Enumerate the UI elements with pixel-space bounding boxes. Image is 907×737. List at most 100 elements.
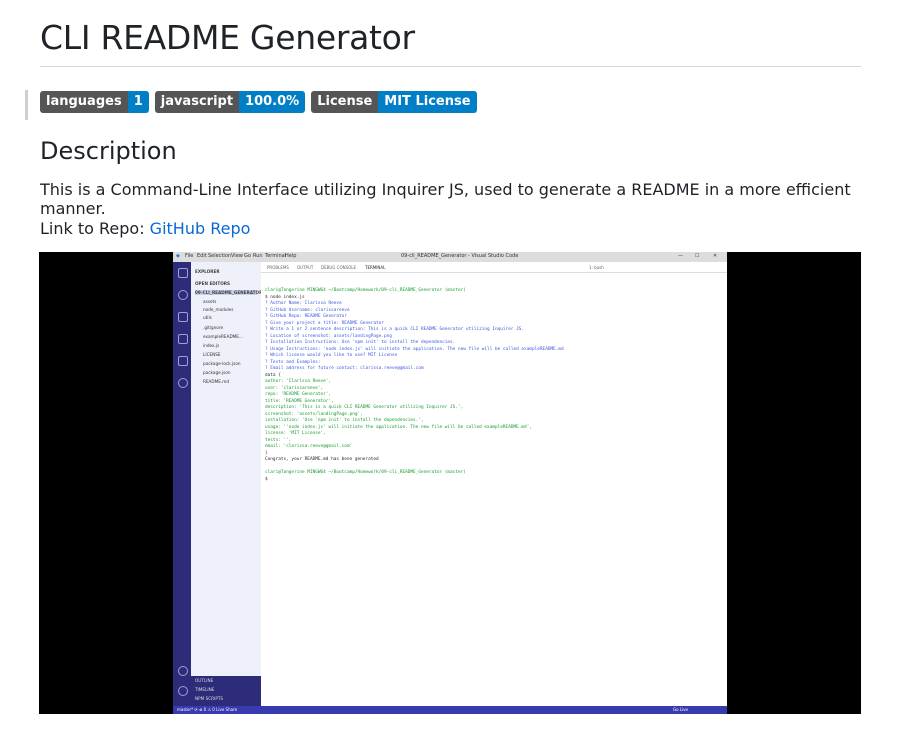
title-divider [40, 66, 861, 67]
settings-gear-icon [178, 686, 188, 696]
menu-edit: Edit [197, 253, 207, 259]
badge-value: MIT License [378, 91, 477, 113]
badge-value: 1 [127, 91, 149, 113]
languages-badge[interactable]: languages 1 [40, 91, 149, 113]
repo-link-line: Link to Repo: GitHub Repo [40, 219, 250, 238]
badge-key: javascript [154, 91, 240, 113]
explorer-header: EXPLORER [195, 269, 220, 274]
extensions-icon [178, 356, 188, 366]
explorer-item: package-lock.json [203, 361, 241, 366]
menu-help: Help [285, 253, 297, 259]
outline-section: OUTLINE [195, 678, 214, 683]
terminal-line: tests: '', [265, 437, 292, 443]
repo-link-prefix: Link to Repo: [40, 219, 150, 238]
explorer-panel: EXPLORER OPEN EDITORS 09-CLI_README_GENE… [191, 262, 263, 706]
account-icon [178, 666, 188, 676]
close-icon: ✕ [713, 253, 718, 259]
menu-go: Go [244, 253, 251, 259]
terminal-line: ? Usage Instructions: 'node index.js' wi… [265, 346, 564, 352]
terminal-line: } [265, 450, 268, 456]
panel-tabs: PROBLEMS OUTPUT DEBUG CONSOLE TERMINAL 1… [261, 262, 727, 273]
minimize-icon: — [678, 253, 683, 259]
description-heading: Description [40, 137, 177, 165]
explorer-item: exampleREADME... [203, 334, 243, 339]
badge-key: languages [40, 91, 128, 113]
badge-value: 100.0% [239, 91, 306, 113]
terminal-line: ? GitHub Repo: README Generator [265, 314, 347, 319]
maximize-icon: ☐ [695, 253, 700, 259]
repo-link[interactable]: GitHub Repo [150, 219, 251, 238]
tab-problems: PROBLEMS [267, 265, 289, 270]
status-bar: master* ⟳ ⊗ 0 ⚠ 0 Live Share Go Live [173, 706, 727, 714]
explorer-item: README.md [203, 379, 229, 384]
terminal-line: installation: 'Use 'npm init' to install… [265, 418, 424, 423]
screenshot-image: ◆ File Edit Selection View Go Run Termin… [39, 252, 861, 714]
tab-debug-console: DEBUG CONSOLE [321, 265, 357, 270]
terminal-line: ? GitHub Username: clarissareeve [265, 307, 350, 313]
timeline-section: TIMELINE [195, 687, 215, 692]
description-text: This is a Command-Line Interface utilizi… [40, 180, 851, 218]
terminal-line: clari@Tangerine MINGW64 ~/Bootcamp/Homew… [265, 470, 466, 475]
terminal-line: ? Installation Instructions: Use 'npm in… [265, 340, 456, 345]
badge-row: languages 1 javascript 100.0% License MI… [40, 91, 477, 113]
terminal-line: description: 'This is a quick CLI README… [265, 405, 464, 410]
terminal-line: screenshot: 'assets/landingPage.png', [265, 411, 363, 417]
explorer-item: utils [203, 315, 212, 320]
terminal-line: title: 'README Generator', [265, 398, 334, 404]
terminal-panel: PROBLEMS OUTPUT DEBUG CONSOLE TERMINAL 1… [261, 262, 727, 706]
explorer-item: node_modules [203, 307, 234, 312]
terminal-line: ? Tests and Examples: [265, 359, 321, 365]
project-folder: 09-CLI_README_GENERATOR [195, 290, 263, 295]
explorer-item: assets [203, 299, 217, 304]
vscode-logo-icon: ◆ [176, 253, 180, 259]
license-badge[interactable]: License MIT License [311, 91, 477, 113]
explorer-item: package.json [203, 370, 231, 375]
terminal-line: clari@Tangerine MINGW64 ~/Bootcamp/Homew… [265, 288, 466, 293]
live-share-icon [178, 378, 188, 388]
tab-output: OUTPUT [297, 265, 314, 270]
terminal-line: $ node index.js [265, 294, 305, 300]
explorer-item: index.js [203, 343, 220, 348]
terminal-line: ? Write a 1 or 2 sentence description: T… [265, 327, 525, 332]
menu-view: View [231, 253, 243, 259]
status-go-live: Go Live [673, 707, 688, 712]
page-title: CLI README Generator [40, 18, 415, 57]
javascript-badge[interactable]: javascript 100.0% [154, 91, 306, 113]
terminal-line: user: 'clarissareeve', [265, 385, 324, 391]
menu-selection: Selection [208, 253, 232, 259]
explorer-item: .gitignore [203, 325, 224, 330]
terminal-line: license: 'MIT License', [265, 431, 326, 436]
vscode-titlebar: ◆ File Edit Selection View Go Run Termin… [173, 252, 727, 262]
activity-bar [173, 262, 191, 706]
vscode-window: ◆ File Edit Selection View Go Run Termin… [173, 252, 727, 714]
terminal-line: email: 'clarissa.reeve@gmail.com' [265, 444, 353, 449]
badge-key: License [311, 91, 379, 113]
window-title: 09-cli_README_Generator - Visual Studio … [401, 253, 519, 259]
terminal-line: Congrats, your README.md has been genera… [265, 457, 379, 462]
search-icon [178, 290, 188, 300]
explorer-bottom-sections: OUTLINE TIMELINE NPM SCRIPTS [191, 676, 261, 706]
blockquote-bar [25, 90, 28, 120]
shell-select: 1: bash [589, 265, 604, 270]
menu-terminal: Terminal [265, 253, 287, 259]
menu-run: Run [253, 253, 263, 259]
terminal-line: ? Author Name: Clarissa Reeve [265, 301, 342, 306]
open-editors: OPEN EDITORS [195, 281, 231, 286]
explorer-icon [178, 268, 188, 278]
terminal-line: usage: ''node index.js' will initiate th… [265, 424, 532, 430]
source-control-icon [178, 312, 188, 322]
explorer-item: LICENSE [203, 352, 221, 357]
menu-file: File [185, 253, 194, 259]
tab-terminal: TERMINAL [365, 265, 386, 270]
run-icon [178, 334, 188, 344]
terminal-line: ? Email address for future contact: clar… [265, 366, 424, 371]
terminal-line: ? Give your project a title: README Gene… [265, 320, 384, 326]
terminal-line: ? Which license would you like to use? M… [265, 353, 398, 358]
npm-scripts-section: NPM SCRIPTS [195, 696, 224, 701]
terminal-line: repo: 'README Generator', [265, 392, 332, 397]
terminal-line: $ [265, 476, 268, 482]
terminal-line: ? Location of screenshot: assets/landing… [265, 333, 392, 339]
terminal-line: author: 'Clarissa Reeve', [265, 379, 332, 384]
status-left: master* ⟳ ⊗ 0 ⚠ 0 Live Share [177, 707, 238, 712]
terminal-line: data { [265, 372, 281, 378]
